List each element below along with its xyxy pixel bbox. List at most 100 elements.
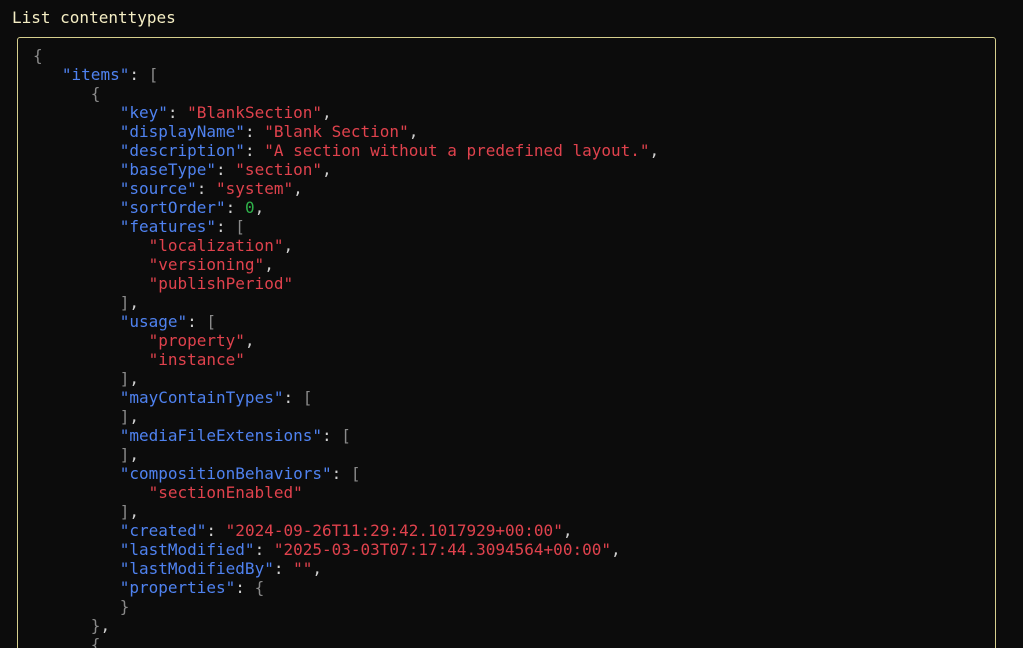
json-punctuation: : — [244, 141, 265, 160]
json-line: "property", — [33, 331, 659, 350]
json-line: { — [33, 46, 659, 65]
json-string-value: "section" — [235, 160, 322, 179]
json-string-value: "property" — [148, 331, 245, 350]
json-line: "instance" — [33, 350, 659, 369]
json-key: "description" — [119, 141, 245, 160]
json-punctuation: , — [129, 445, 139, 464]
json-line: ], — [33, 407, 659, 426]
json-line: "displayName": "Blank Section", — [33, 122, 659, 141]
json-key: "items" — [61, 65, 130, 84]
json-bracket: { — [33, 46, 43, 65]
json-bracket: { — [90, 84, 101, 103]
json-key: "sortOrder" — [119, 198, 226, 217]
json-line: ], — [33, 445, 659, 464]
json-punctuation: , — [244, 331, 255, 350]
json-string-value: "Blank Section" — [264, 122, 409, 141]
json-string-value: "publishPeriod" — [148, 274, 294, 293]
json-bracket: ] — [119, 407, 130, 426]
json-key: "source" — [119, 179, 197, 198]
json-punctuation: , — [129, 502, 139, 521]
json-number-value: 0 — [244, 198, 255, 217]
json-string-value: "2025-03-03T07:17:44.3094564+00:00" — [273, 540, 611, 559]
json-line: "created": "2024-09-26T11:29:42.1017929+… — [33, 521, 659, 540]
json-key: "mediaFileExtensions" — [119, 426, 322, 445]
json-line: "mayContainTypes": [ — [33, 388, 659, 407]
json-bracket: [ — [302, 388, 313, 407]
json-bracket: ] — [119, 502, 130, 521]
json-line: "baseType": "section", — [33, 160, 659, 179]
json-punctuation: : — [187, 312, 207, 331]
json-bracket: } — [119, 597, 130, 616]
json-string-value: "instance" — [148, 350, 245, 369]
json-punctuation: : — [244, 122, 265, 141]
json-viewer-panel[interactable]: { "items": [ { "key": "BlankSection", "d… — [17, 37, 996, 648]
json-key: "usage" — [119, 312, 188, 331]
json-key: "lastModifiedBy" — [119, 559, 274, 578]
json-punctuation: , — [129, 293, 139, 312]
json-bracket: [ — [148, 65, 159, 84]
json-punctuation: : — [225, 198, 245, 217]
json-punctuation: : — [331, 464, 351, 483]
json-punctuation: , — [264, 255, 274, 274]
json-key: "baseType" — [119, 160, 217, 179]
json-punctuation: : — [322, 426, 342, 445]
json-punctuation: : — [129, 65, 149, 84]
json-line: "items": [ — [33, 65, 659, 84]
json-line: "lastModifiedBy": "", — [33, 559, 659, 578]
json-punctuation: : — [167, 103, 188, 122]
json-string-value: "BlankSection" — [187, 103, 322, 122]
json-punctuation: : — [196, 179, 217, 198]
json-punctuation: : — [283, 388, 303, 407]
json-line: "source": "system", — [33, 179, 659, 198]
json-punctuation: : — [216, 160, 236, 179]
json-punctuation: : — [235, 578, 255, 597]
json-string-value: "localization" — [148, 236, 284, 255]
page-title: List contenttypes — [12, 8, 176, 27]
json-punctuation: : — [254, 540, 274, 559]
json-punctuation: , — [562, 521, 573, 540]
json-line: "description": "A section without a pred… — [33, 141, 659, 160]
json-bracket: [ — [235, 217, 245, 236]
json-punctuation: , — [100, 616, 111, 635]
json-key: "displayName" — [119, 122, 245, 141]
json-key: "mayContainTypes" — [119, 388, 284, 407]
json-line: "mediaFileExtensions": [ — [33, 426, 659, 445]
json-line: ], — [33, 293, 659, 312]
json-punctuation: , — [649, 141, 660, 160]
json-punctuation: , — [610, 540, 621, 559]
json-line: "versioning", — [33, 255, 659, 274]
json-punctuation: , — [283, 236, 294, 255]
json-line: ], — [33, 502, 659, 521]
json-line: "lastModified": "2025-03-03T07:17:44.309… — [33, 540, 659, 559]
json-line: "features": [ — [33, 217, 659, 236]
json-line: ], — [33, 369, 659, 388]
json-key: "created" — [119, 521, 207, 540]
json-string-value: "A section without a predefined layout." — [264, 141, 650, 160]
json-line: "properties": { — [33, 578, 659, 597]
json-bracket: [ — [206, 312, 217, 331]
json-punctuation: , — [312, 559, 322, 578]
json-string-value: "sectionEnabled" — [148, 483, 303, 502]
json-key: "properties" — [119, 578, 236, 597]
json-punctuation: , — [293, 179, 303, 198]
